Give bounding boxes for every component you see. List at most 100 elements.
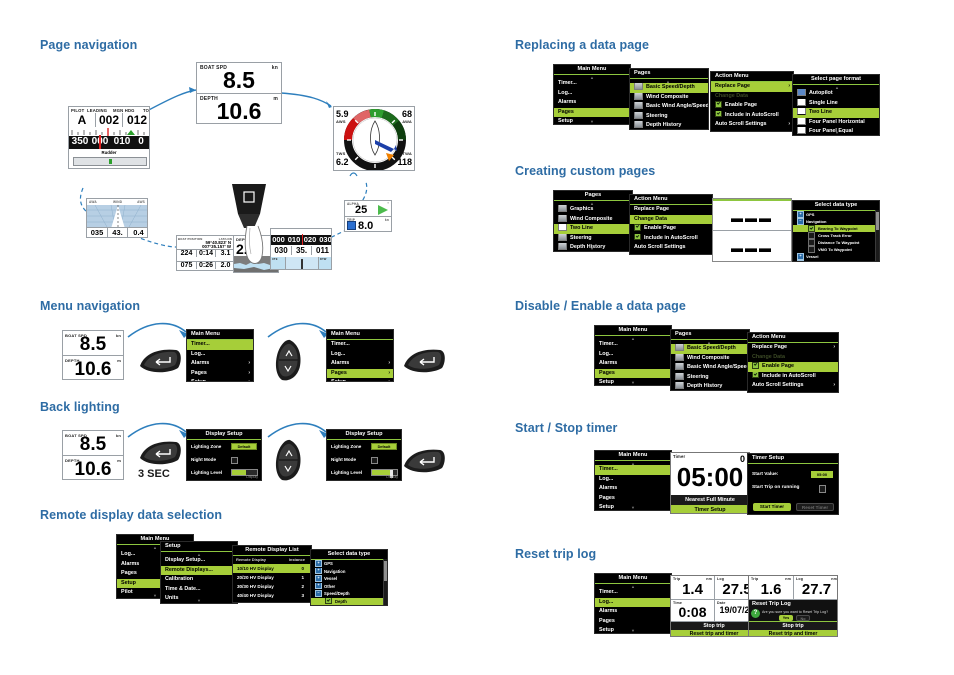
menu-item-pages-2[interactable]: Pages › (327, 368, 393, 378)
action-item-autoscroll-settings-3[interactable]: Auto Scroll Settings › (748, 381, 838, 391)
menu-item-pages-6[interactable]: Pages (595, 494, 671, 504)
screen-display-setup-1[interactable]: Display Setup Lighting Zone Default Nigh… (186, 429, 262, 481)
start-timer-button[interactable]: Start Timer (753, 503, 791, 511)
setup-item-calibration[interactable]: Calibration (161, 575, 237, 585)
trip-row-stop-trip-b[interactable]: Stop trip (749, 622, 837, 630)
screen-remote-display-list[interactable]: Remote Display List Remote Display Insta… (232, 545, 312, 603)
page-item-wind-composite-3[interactable]: Wind Composite (671, 353, 749, 364)
data-group-navigation-2[interactable]: − Navigation (793, 218, 879, 225)
night-mode-checkbox-2[interactable] (371, 457, 378, 464)
screen-main-menu-1[interactable]: Main Menu Timer... Log... Alarms › Pages ›… (186, 329, 254, 382)
data-item-bearing-to-waypoint[interactable]: Bearing To Waypoint (793, 225, 879, 232)
page-item-wind-composite-2[interactable]: Wind Composite (554, 214, 632, 225)
data-group-other-2[interactable]: +Other (793, 260, 879, 261)
menu-item-pages-4[interactable]: Pages (554, 107, 630, 117)
lighting-zone-value-2[interactable]: Default (371, 442, 397, 450)
menu-item-alarms-7[interactable]: Alarms (595, 607, 671, 617)
menu-item-log-4[interactable]: Log... (554, 89, 630, 99)
menu-item-timer-6[interactable]: Timer... (595, 465, 671, 475)
page-item-graphics[interactable]: Graphics (554, 205, 632, 215)
menu-item-timer-2[interactable]: Timer... (327, 340, 393, 350)
screen-action-menu-disable[interactable]: Action Menu Replace Page › Change Data En… (747, 332, 839, 393)
data-item-vmg-to-waypoint[interactable]: VMG To Waypoint (793, 246, 879, 253)
data-group-other[interactable]: + Other (311, 582, 387, 591)
night-mode-checkbox[interactable] (231, 457, 238, 464)
data-type-scrollbar[interactable] (382, 559, 387, 605)
page-item-depth-history[interactable]: Depth History (630, 121, 708, 129)
screen-pages-menu-replace[interactable]: Pages ▲ Basic Speed/Depth Wind Composite… (629, 68, 709, 130)
data-group-vessel-2[interactable]: + Vessel (793, 253, 879, 260)
page-item-basic-wind-angle-2[interactable]: Basic Wind Angle/Speed (671, 363, 749, 373)
data-group-vessel[interactable]: + Vessel (311, 575, 387, 583)
action-item-include-autoscroll[interactable]: Include in AutoScroll (711, 110, 793, 121)
enter-key-icon-2[interactable] (400, 344, 448, 376)
page-item-depth-history-3[interactable]: Depth History (671, 382, 749, 390)
menu-item-pages[interactable]: Pages › (187, 369, 253, 379)
page-item-wind-composite[interactable]: Wind Composite (630, 92, 708, 103)
screen-select-data-type-nav[interactable]: Select data type + GPS − Navigation Bearin… (792, 200, 880, 262)
data-item-cross-track-error[interactable]: Cross Track Error (793, 232, 879, 239)
menu-item-timer-5[interactable]: Timer... (595, 340, 671, 350)
trip-row-reset-b[interactable]: Reset trip and timer (749, 630, 837, 636)
data-group-gps[interactable]: + GPS (311, 560, 387, 568)
screen-trip-log-b[interactable]: Trip nm 1.6 Log nm 27.7 Reset Trip Log ?… (748, 575, 838, 637)
enter-key-icon[interactable] (136, 344, 184, 376)
screen-pages-menu-disable[interactable]: Pages ▲ Basic Speed/Depth Wind Composite… (670, 329, 750, 391)
data-item-distance-to-waypoint[interactable]: Distance To Waypoint (793, 239, 879, 246)
reset-dialog-yes-button[interactable]: Yes (779, 615, 793, 621)
screen-select-page-format[interactable]: Select page format ▲ Autopilot Single Li… (792, 74, 880, 136)
reset-trip-dialog[interactable]: Reset Trip Log ? Are you sure you want t… (749, 600, 837, 622)
screen-main-menu-replace[interactable]: Main Menu ▲ Timer... Log... Alarms Pages… (553, 64, 631, 125)
page-item-two-line[interactable]: Two Line (554, 224, 632, 234)
action-item-replace-page-3[interactable]: Replace Page › (748, 343, 838, 353)
menu-item-timer[interactable]: Timer... (187, 340, 253, 350)
reset-dialog-no-button[interactable]: No (796, 615, 810, 621)
screen-action-menu-custom[interactable]: Action Menu Replace Page Change Data Ena… (629, 194, 713, 255)
action-item-replace-page[interactable]: Replace Page › (711, 82, 793, 92)
page-item-basic-speed-depth-2[interactable]: Basic Speed/Depth (671, 344, 749, 354)
screen-display-setup-2[interactable]: Display Setup Lighting Zone Default Nigh… (326, 429, 402, 481)
page-item-basic-wind-angle[interactable]: Basic Wind Angle/Speed (630, 102, 708, 112)
menu-item-alarms-5[interactable]: Alarms (595, 359, 671, 369)
data-item-sog[interactable]: Speed Over Ground (311, 605, 387, 606)
action-item-enable-page-2[interactable]: Enable Page (630, 224, 712, 234)
screen-pages-menu-custom[interactable]: Pages ▲ Graphics Wind Composite Two Line… (553, 190, 633, 252)
action-item-autoscroll-settings-2[interactable]: Auto Scroll Settings (630, 243, 712, 253)
timer-row-nearest-full-minute[interactable]: Nearest Full Minute (671, 495, 749, 505)
lighting-zone-value[interactable]: Default (231, 442, 257, 450)
format-item-single-line[interactable]: Single Line (793, 98, 879, 109)
screen-main-menu-2[interactable]: Main Menu Timer... Log... Alarms › Pages ›… (326, 329, 394, 382)
updown-key-icon[interactable] (268, 338, 314, 386)
setup-item-display-setup[interactable]: Display Setup... (161, 556, 237, 566)
page-item-steering-3[interactable]: Steering (671, 372, 749, 383)
screen-setup-menu[interactable]: Setup ▲ Display Setup... Remote Displays… (160, 541, 238, 604)
setup-item-remote-displays[interactable]: Remote Displays... (161, 565, 237, 575)
menu-item-log-7[interactable]: Log... (595, 597, 671, 607)
data-group-gps-2[interactable]: + GPS (793, 211, 879, 218)
trip-row-reset-a[interactable]: Reset trip and timer (671, 630, 757, 636)
reset-timer-button[interactable]: Reset Timer (796, 503, 834, 511)
menu-item-pages-7[interactable]: Pages (595, 617, 671, 627)
data-item-depth[interactable]: Depth (311, 597, 387, 605)
action-item-enable-page-3[interactable]: Enable Page (748, 362, 838, 372)
enter-key-icon-4[interactable] (400, 444, 448, 476)
action-item-include-autoscroll-2[interactable]: Include in AutoScroll (630, 233, 712, 244)
menu-item-log-2[interactable]: Log... (327, 350, 393, 360)
menu-item-setup[interactable]: Setup › (187, 378, 253, 381)
action-item-include-autoscroll-3[interactable]: Include in AutoScroll (748, 371, 838, 382)
page-item-basic-speed-depth[interactable]: Basic Speed/Depth (630, 83, 708, 93)
data-group-navigation[interactable]: + Navigation (311, 567, 387, 576)
screen-trip-log-a[interactable]: Trip nm 1.4 Log nm 27.5 Time 0:08 Date 1… (670, 575, 758, 637)
timer-start-value[interactable]: 05:00 (811, 471, 833, 478)
format-item-two-line[interactable]: Two Line (793, 108, 879, 118)
updown-key-icon-2[interactable] (268, 438, 314, 486)
timer-start-trip-checkbox[interactable] (818, 485, 826, 493)
action-item-enable-page[interactable]: Enable Page (711, 101, 793, 111)
menu-item-log[interactable]: Log... (187, 350, 253, 360)
menu-item-timer-4[interactable]: Timer... (554, 79, 630, 89)
screen-main-menu-trip[interactable]: Main Menu ▲ Timer... Log... Alarms Pages… (594, 573, 672, 634)
menu-item-log-5[interactable]: Log... (595, 350, 671, 360)
remote-list-row-0[interactable]: 10/10 HV Display 0 (233, 564, 311, 573)
menu-item-alarms-4[interactable]: Alarms (554, 98, 630, 108)
screen-timer-display[interactable]: Timer 0 05:00 Nearest Full Minute Timer … (670, 452, 750, 514)
